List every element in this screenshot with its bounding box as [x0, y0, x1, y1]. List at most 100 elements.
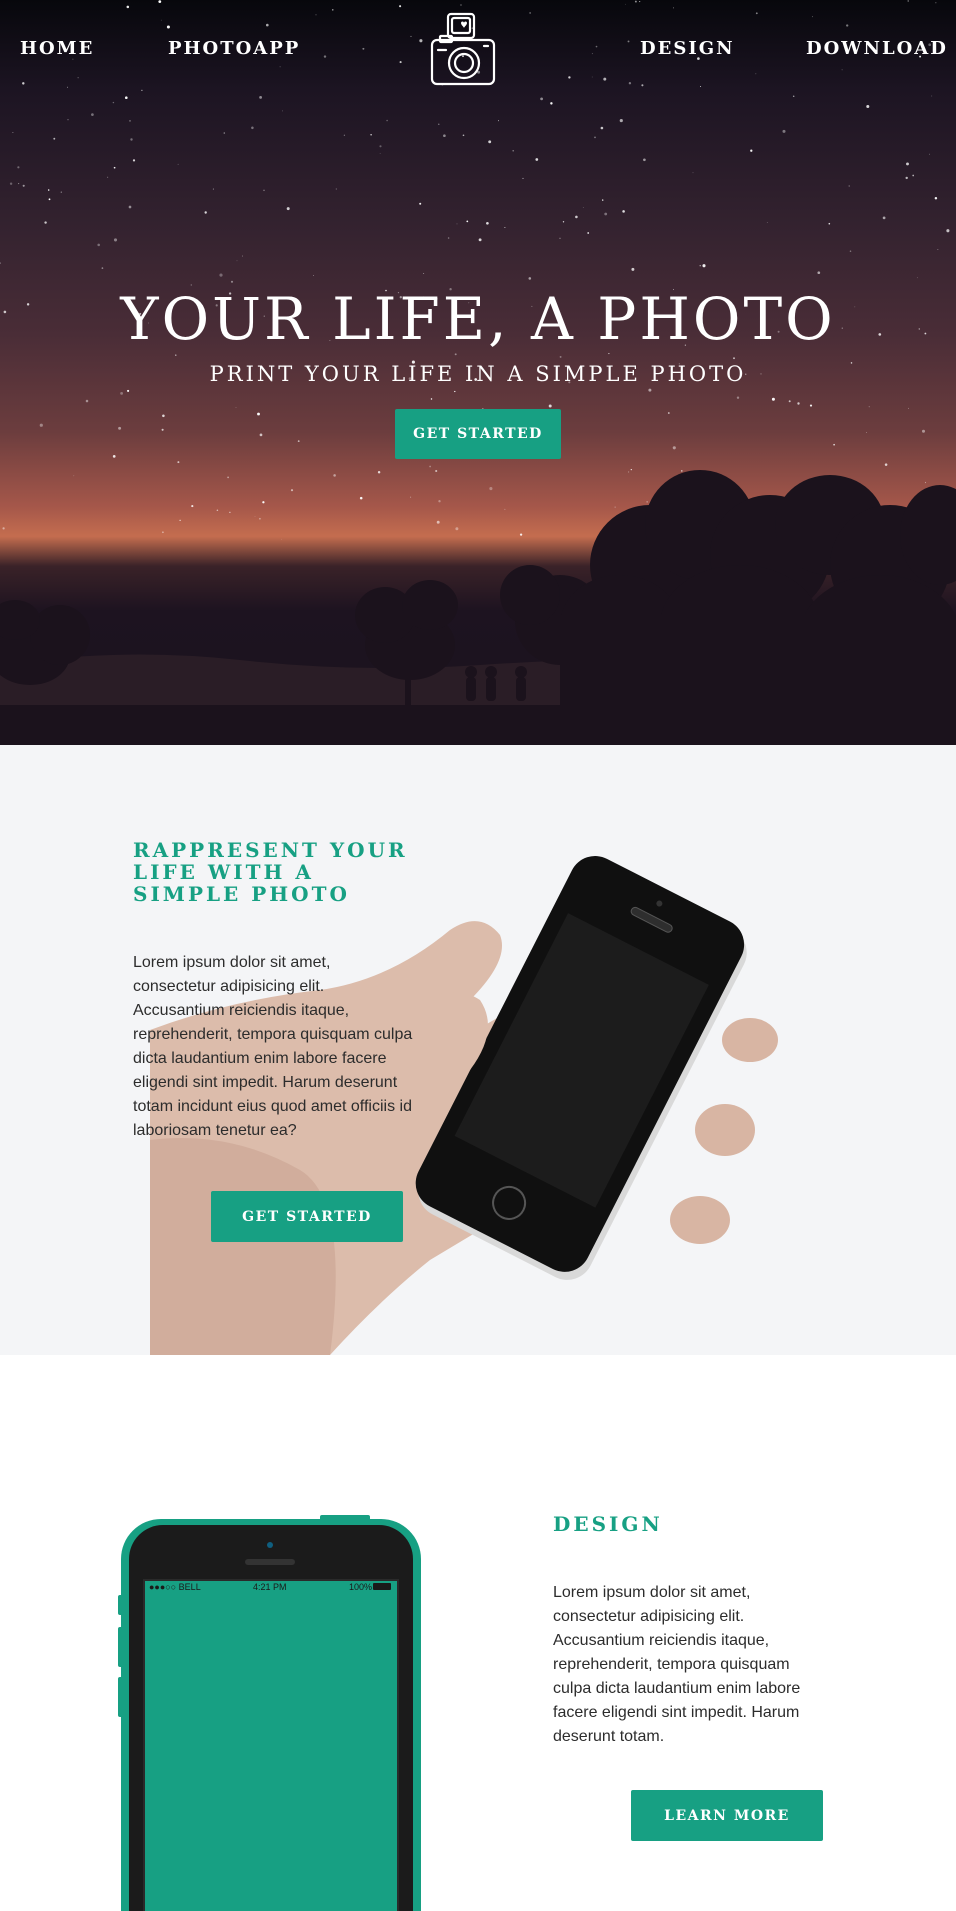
star: [937, 249, 939, 250]
star: [410, 35, 412, 37]
star: [627, 40, 630, 43]
star: [263, 189, 265, 192]
star: [905, 176, 908, 180]
design-body-text: Lorem ipsum dolor sit amet, consectetur …: [553, 1584, 801, 1745]
star: [929, 153, 931, 155]
star: [335, 188, 337, 190]
star: [447, 237, 450, 239]
star: [882, 216, 886, 220]
star: [529, 12, 531, 14]
star: [587, 232, 590, 234]
star: [849, 250, 852, 252]
star: [236, 260, 238, 262]
star: [219, 273, 223, 277]
star: [692, 172, 694, 174]
star: [120, 391, 124, 395]
star: [700, 86, 702, 87]
star: [212, 188, 214, 190]
hero-subtitle: PRINT YOUR LIFE IN A SIMPLE PHOTO: [209, 362, 747, 386]
star: [828, 222, 831, 225]
learn-more-button[interactable]: LEARN MORE: [631, 1790, 823, 1841]
star: [438, 123, 440, 125]
star: [22, 82, 25, 85]
star: [504, 227, 506, 229]
camera-icon[interactable]: [428, 12, 500, 88]
hero-get-started-button[interactable]: GET STARTED: [395, 409, 561, 459]
star: [600, 126, 604, 130]
star: [230, 280, 234, 283]
star: [797, 402, 800, 405]
star: [160, 19, 162, 21]
star: [97, 243, 100, 247]
star: [766, 222, 768, 223]
star: [809, 404, 813, 407]
star: [158, 0, 162, 3]
star: [634, 0, 637, 3]
star: [241, 255, 243, 257]
star: [430, 398, 433, 400]
star: [733, 357, 735, 360]
star: [251, 126, 254, 130]
star: [399, 5, 402, 8]
star: [568, 76, 571, 79]
star: [575, 215, 578, 219]
represent-get-started-button[interactable]: GET STARTED: [211, 1191, 403, 1242]
star: [540, 97, 543, 101]
star: [907, 0, 909, 2]
star: [498, 120, 499, 122]
star: [107, 176, 109, 178]
star: [454, 353, 457, 356]
green-phone-image: ●●●○○ BELL 4:21 PM 100%: [118, 1515, 421, 1911]
star: [127, 389, 130, 392]
star: [755, 73, 757, 75]
star: [608, 353, 610, 355]
star: [141, 89, 143, 92]
star: [595, 45, 598, 48]
star: [548, 404, 552, 408]
represent-heading-line3: SIMPLE PHOTO: [133, 882, 350, 906]
star: [916, 277, 918, 279]
star: [535, 158, 539, 161]
star: [91, 113, 94, 116]
star: [259, 96, 262, 99]
star: [17, 166, 20, 169]
star: [907, 407, 909, 409]
star: [460, 4, 462, 6]
star: [113, 238, 118, 242]
star: [866, 104, 870, 109]
star: [622, 210, 625, 213]
star: [112, 101, 115, 104]
design-section: ●●●○○ BELL 4:21 PM 100% DESIGN Lorem ips…: [0, 1355, 956, 1911]
star: [129, 120, 131, 122]
star: [673, 7, 674, 9]
star: [166, 25, 170, 29]
star: [619, 119, 623, 123]
nav-download-link[interactable]: DOWNLOAD: [806, 38, 948, 59]
star: [12, 132, 14, 133]
star: [643, 158, 646, 162]
star: [313, 275, 314, 276]
star: [868, 406, 870, 408]
nav-photoapp-link[interactable]: PHOTOAPP: [168, 38, 300, 59]
design-heading: DESIGN: [553, 1512, 663, 1536]
star: [462, 134, 465, 137]
star: [22, 184, 25, 187]
star: [602, 199, 604, 201]
star: [582, 207, 584, 208]
star: [66, 86, 68, 88]
star: [631, 267, 635, 271]
star: [67, 119, 69, 121]
star: [811, 16, 813, 18]
star: [935, 2, 937, 4]
star: [343, 134, 346, 136]
nav-design-link[interactable]: DESIGN: [640, 38, 735, 59]
hero-section: HOME PHOTOAPP DESIGN DOWNLOAD YOUR LIFE,…: [0, 0, 956, 745]
nav-home-link[interactable]: HOME: [20, 38, 94, 59]
star: [591, 53, 593, 55]
star: [488, 140, 492, 144]
star: [512, 149, 514, 152]
star: [550, 102, 553, 105]
star: [77, 77, 79, 79]
star: [946, 229, 950, 233]
star: [848, 185, 850, 187]
